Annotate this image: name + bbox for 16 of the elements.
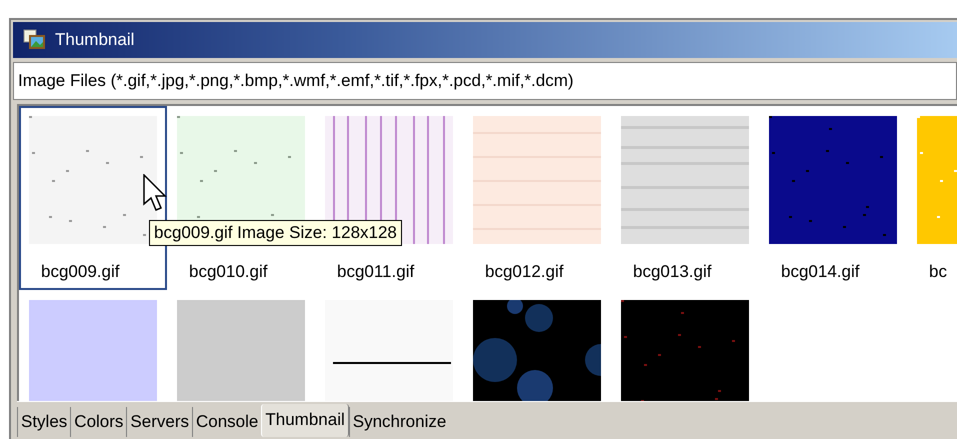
file-name: bcg011.gif (336, 262, 416, 282)
tab[interactable]: Styles (17, 406, 70, 437)
file-type-field[interactable]: Image Files (*.gif,*.jpg,*.png,*.bmp,*.wmf,*.emf,*.tif,*.fpx,*.pcd,*.mif,*.dcm) (13, 62, 957, 100)
tab[interactable]: Servers (126, 406, 192, 437)
window-title: Thumbnail (55, 30, 134, 50)
file-name: bcg009.gif (40, 262, 120, 282)
tab[interactable]: Thumbnail (261, 404, 349, 437)
pictures-icon (23, 28, 47, 51)
tooltip: bcg009.gif Image Size: 128x128 (149, 220, 402, 246)
file-name: bcg014.gif (780, 262, 860, 282)
file-name: bcg013.gif (632, 262, 712, 282)
file-name: bcg010.gif (188, 262, 268, 282)
file-name: bc (928, 262, 948, 282)
tab[interactable]: Synchronize (348, 406, 450, 437)
tab[interactable]: Colors (70, 406, 126, 437)
file-name: bcg012.gif (484, 262, 564, 282)
